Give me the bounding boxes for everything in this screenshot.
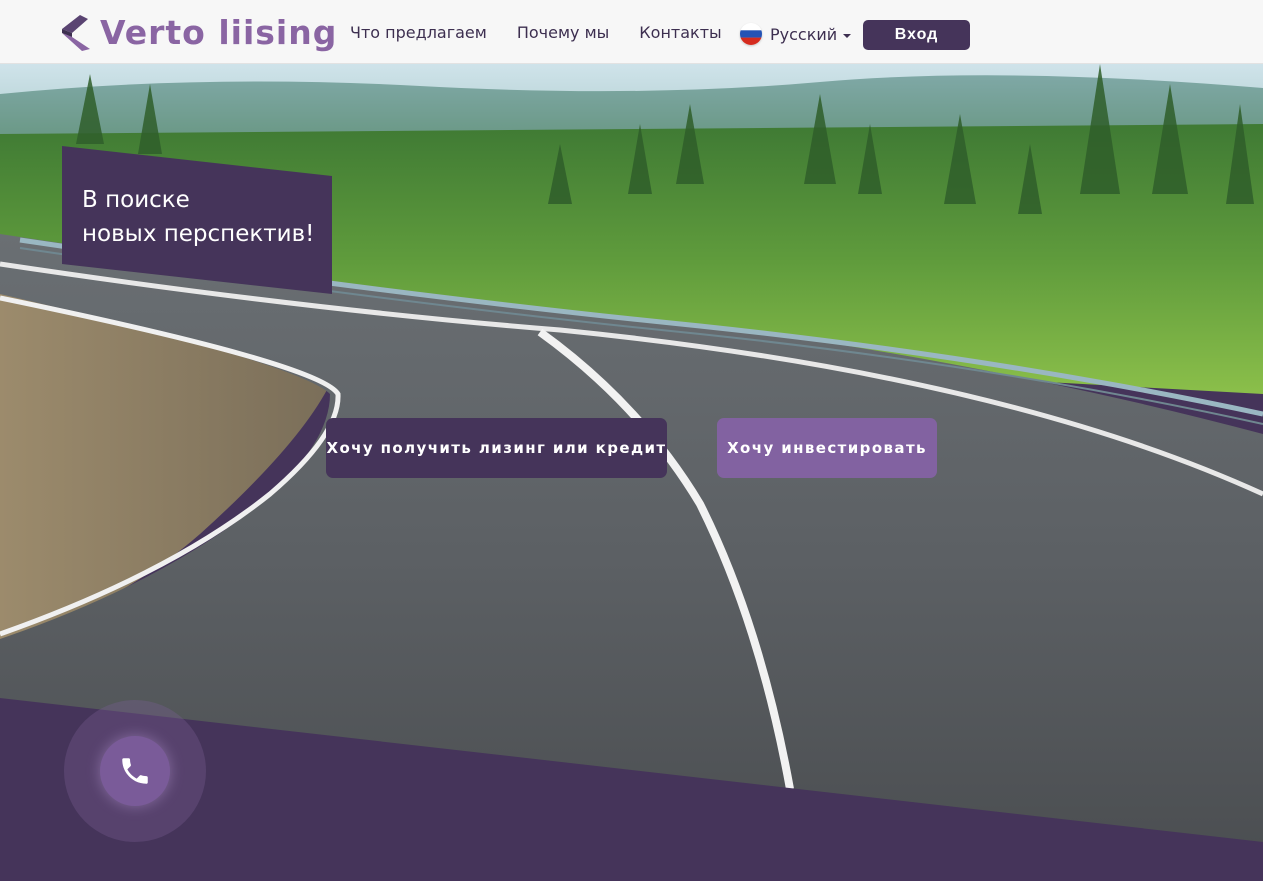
tagline-line-1: В поиске xyxy=(82,187,190,213)
logo[interactable]: Verto liising xyxy=(60,14,337,52)
nav-link-offer[interactable]: Что предлагаем xyxy=(350,23,487,42)
login-button[interactable]: Вход xyxy=(863,20,970,50)
tagline-line-2: новых перспектив! xyxy=(82,221,315,247)
top-navbar: Verto liising Что предлагаем Почему мы К… xyxy=(0,0,1263,64)
hero-tagline: В поиске новых перспектив! xyxy=(82,183,314,251)
logo-text: Verto liising xyxy=(100,13,338,52)
language-label: Русский xyxy=(770,24,838,44)
main-nav: Что предлагаем Почему мы Контакты xyxy=(350,0,752,64)
nav-link-contacts[interactable]: Контакты xyxy=(639,23,721,42)
tagline-banner: В поиске новых перспектив! xyxy=(62,146,332,294)
nav-link-why-us[interactable]: Почему мы xyxy=(517,23,609,42)
lease-credit-button[interactable]: Хочу получить лизинг или кредит xyxy=(326,418,667,478)
invest-button[interactable]: Хочу инвестировать xyxy=(717,418,937,478)
phone-icon xyxy=(122,758,148,784)
call-button[interactable] xyxy=(64,700,206,842)
ru-flag-icon xyxy=(740,23,762,45)
call-button-inner xyxy=(100,736,170,806)
logo-mark-icon xyxy=(62,15,90,51)
language-selector[interactable]: Русский xyxy=(740,22,852,46)
caret-down-icon xyxy=(843,33,852,38)
